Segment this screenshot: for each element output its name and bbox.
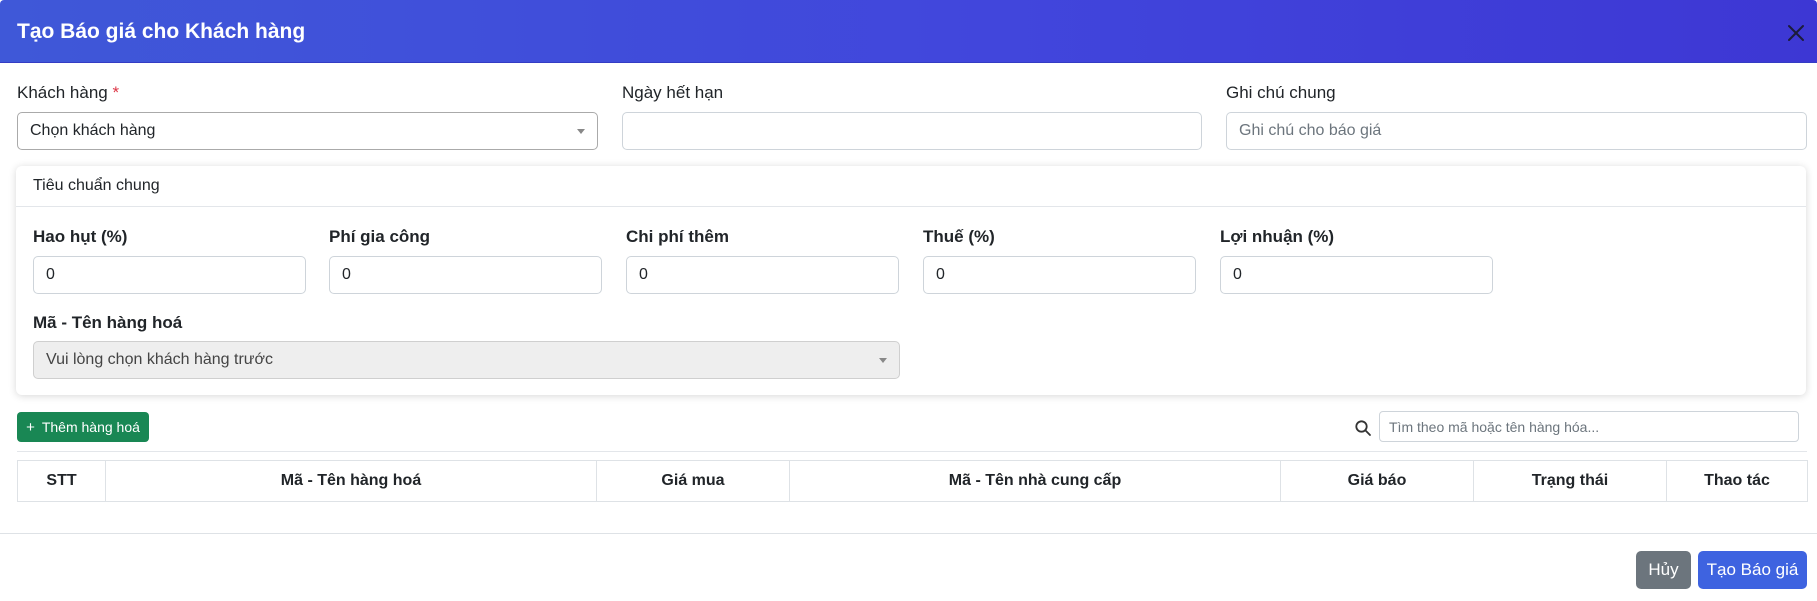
required-mark: *: [112, 83, 120, 102]
chevron-down-icon: [577, 129, 585, 134]
table-header-row: STT Mã - Tên hàng hoá Giá mua Mã - Tên n…: [17, 460, 1808, 502]
extra-cost-input[interactable]: [626, 256, 899, 294]
column-header-index: STT: [17, 460, 106, 502]
modal-header: Tạo Báo giá cho Khách hàng: [0, 0, 1817, 63]
plus-icon: +: [26, 418, 35, 436]
search-icon: [1355, 420, 1371, 436]
profit-label: Lợi nhuận (%): [1220, 227, 1335, 246]
profit-input[interactable]: [1220, 256, 1493, 294]
items-table: STT Mã - Tên hàng hoá Giá mua Mã - Tên n…: [17, 460, 1808, 502]
customer-label-text: Khách hàng: [17, 83, 108, 102]
standards-title: Tiêu chuẩn chung: [33, 177, 160, 194]
customer-select-value: Chọn khách hàng: [30, 122, 156, 139]
expiry-date-input[interactable]: [622, 112, 1202, 150]
column-header-quote-price: Giá báo: [1280, 460, 1474, 502]
processing-fee-label: Phí gia công: [329, 227, 431, 246]
close-button[interactable]: [1781, 18, 1811, 48]
add-product-button[interactable]: + Thêm hàng hoá: [17, 412, 149, 442]
divider: [17, 451, 1807, 452]
extra-cost-label: Chi phí thêm: [626, 227, 729, 246]
waste-label: Hao hụt (%): [33, 227, 128, 246]
column-header-status: Trạng thái: [1473, 460, 1667, 502]
note-input[interactable]: [1226, 112, 1807, 150]
product-select-value: Vui lòng chọn khách hàng trước: [46, 351, 273, 368]
expiry-label: Ngày hết hạn: [622, 83, 724, 102]
chevron-down-icon: [879, 358, 887, 363]
column-header-supplier: Mã - Tên nhà cung cấp: [789, 460, 1281, 502]
column-header-purchase-price: Giá mua: [596, 460, 790, 502]
waste-input[interactable]: [33, 256, 306, 294]
cancel-button[interactable]: Hủy: [1636, 551, 1691, 589]
standards-card-header: Tiêu chuẩn chung: [16, 166, 1806, 207]
customer-label: Khách hàng *: [17, 83, 119, 103]
add-product-label: Thêm hàng hoá: [41, 419, 140, 435]
product-search-input[interactable]: [1379, 411, 1799, 442]
footer-divider: [0, 533, 1817, 534]
product-select[interactable]: Vui lòng chọn khách hàng trước: [33, 341, 900, 379]
product-label: Mã - Tên hàng hoá: [33, 313, 183, 332]
processing-fee-input[interactable]: [329, 256, 602, 294]
modal-title: Tạo Báo giá cho Khách hàng: [17, 20, 306, 43]
create-quote-button[interactable]: Tạo Báo giá: [1698, 551, 1807, 589]
column-header-product: Mã - Tên hàng hoá: [105, 460, 597, 502]
tax-label: Thuế (%): [923, 227, 995, 246]
note-label: Ghi chú chung: [1226, 83, 1336, 102]
customer-select[interactable]: Chọn khách hàng: [17, 112, 598, 150]
standards-card: Tiêu chuẩn chung Hao hụt (%) Phí gia côn…: [16, 166, 1806, 395]
close-icon: [1788, 25, 1804, 41]
column-header-actions: Thao tác: [1666, 460, 1808, 502]
create-quote-modal: Tạo Báo giá cho Khách hàng Khách hàng * …: [0, 0, 1817, 601]
tax-input[interactable]: [923, 256, 1196, 294]
